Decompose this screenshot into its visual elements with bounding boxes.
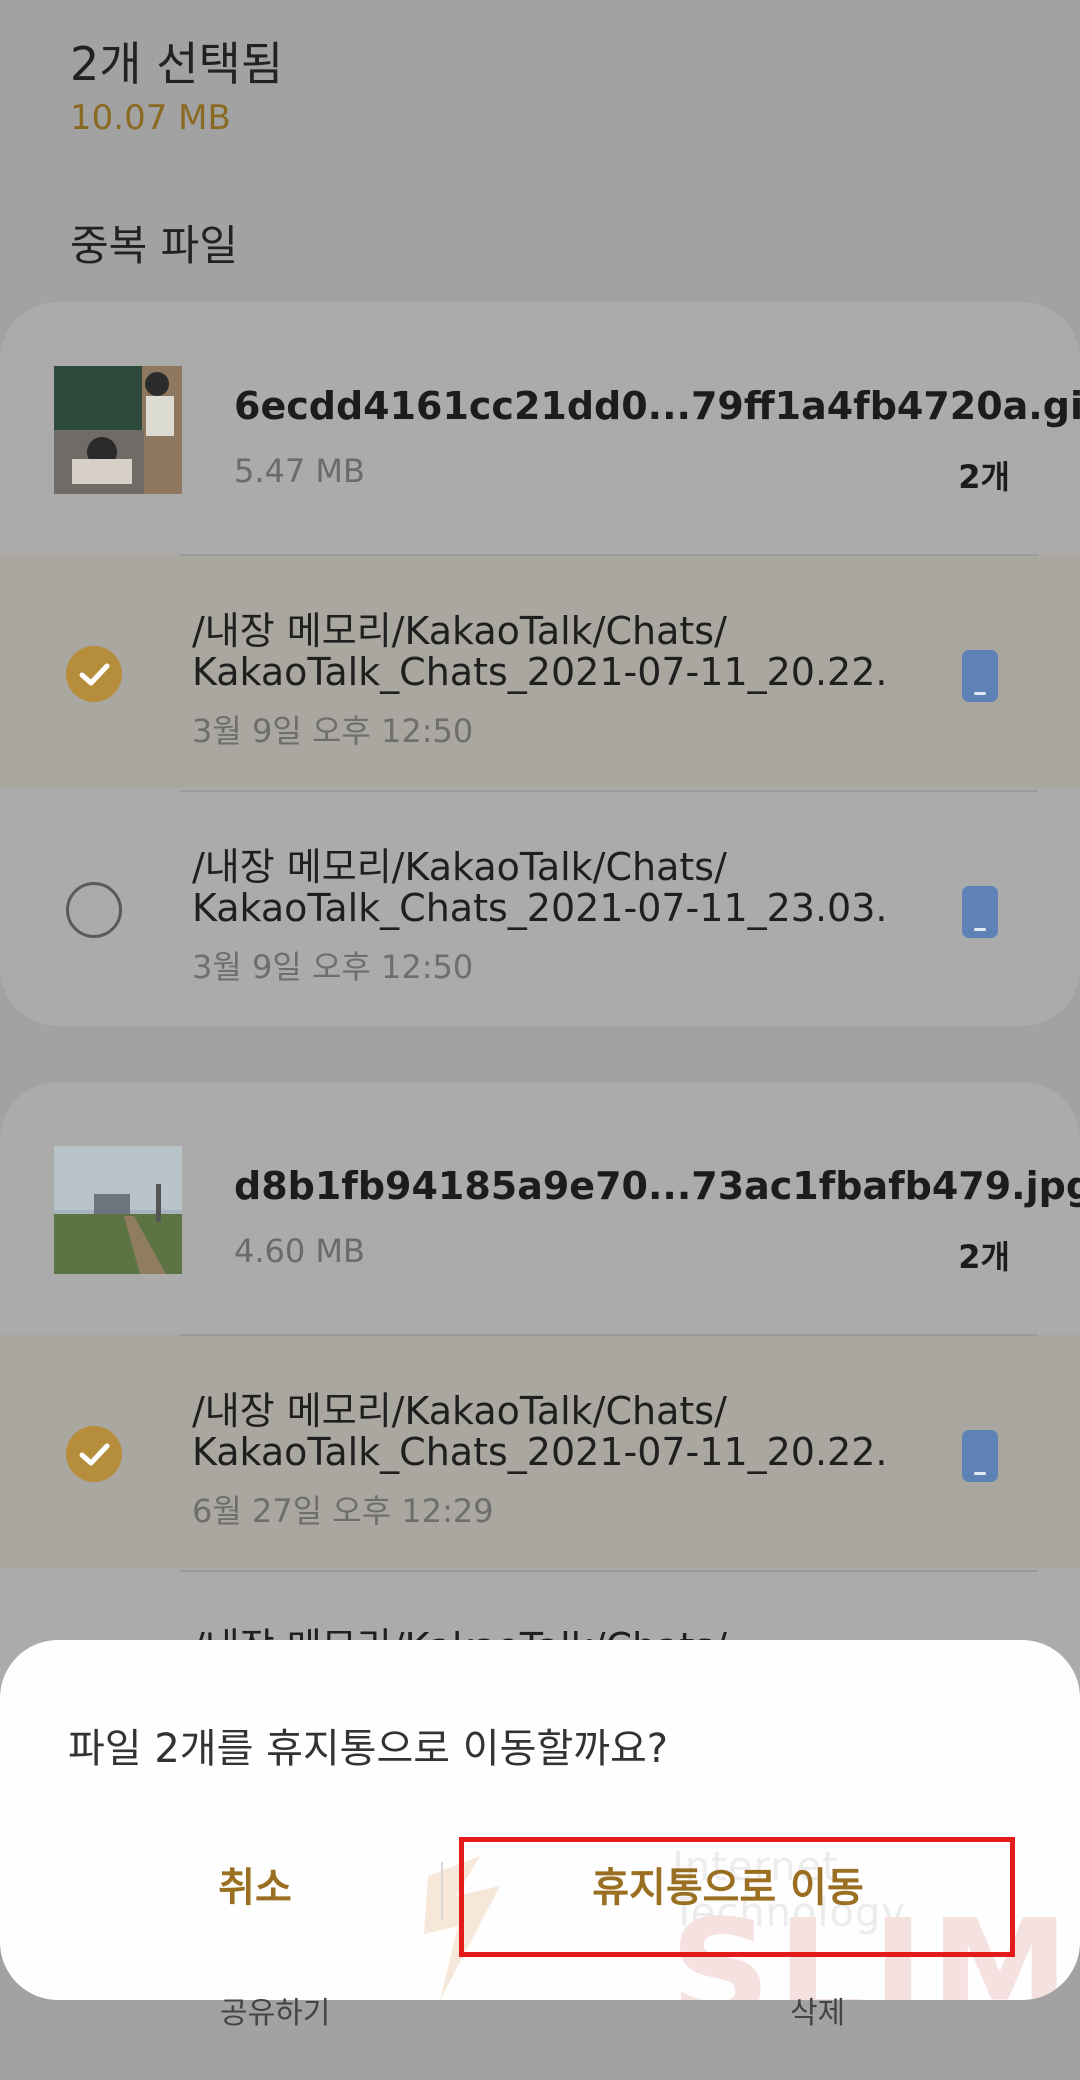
file-name: 6ecdd4161cc21dd0...79ff1a4fb4720a.gif bbox=[234, 384, 1080, 428]
file-date: 3월 9일 오후 12:50 bbox=[192, 948, 474, 986]
file-size: 4.60 MB bbox=[234, 1232, 365, 1270]
duplicate-count: 2개 bbox=[958, 1238, 1010, 1276]
internal-storage-icon bbox=[962, 886, 998, 938]
dialog-question: 파일 2개를 휴지통으로 이동할까요? bbox=[68, 1726, 669, 1772]
highlight-box bbox=[459, 1837, 1015, 1957]
file-path-line1: /내장 메모리/KakaoTalk/Chats/ bbox=[192, 845, 727, 889]
header: 2개 선택됨 10.07 MB 중복 파일 bbox=[0, 0, 1080, 300]
divider bbox=[180, 554, 1038, 556]
bottom-action-bar: 공유하기 삭제 bbox=[0, 1996, 1080, 2080]
file-path-line1: /내장 메모리/KakaoTalk/Chats/ bbox=[192, 1389, 727, 1433]
file-path-line1: /내장 메모리/KakaoTalk/Chats/ bbox=[192, 609, 727, 653]
duplicate-file-row[interactable]: /내장 메모리/KakaoTalk/Chats/ KakaoTalk_Chats… bbox=[0, 790, 1080, 1024]
delete-button[interactable]: 삭제 bbox=[790, 1988, 845, 2032]
internal-storage-icon bbox=[962, 650, 998, 702]
internal-storage-icon bbox=[962, 1430, 998, 1482]
file-path-line2: KakaoTalk_Chats_2021-07-11_20.22. bbox=[192, 1430, 888, 1474]
checked-checkbox[interactable] bbox=[66, 1426, 122, 1482]
file-path-line2: KakaoTalk_Chats_2021-07-11_20.22. bbox=[192, 650, 888, 694]
file-date: 6월 27일 오후 12:29 bbox=[192, 1492, 494, 1530]
checked-checkbox[interactable] bbox=[66, 646, 122, 702]
file-group-header[interactable]: 6ecdd4161cc21dd0...79ff1a4fb4720a.gif 5.… bbox=[0, 302, 1080, 554]
file-size: 5.47 MB bbox=[234, 452, 365, 490]
section-title: 중복 파일 bbox=[70, 221, 238, 270]
divider bbox=[180, 1334, 1038, 1336]
file-name: d8b1fb94185a9e70...73ac1fbafb479.jpg bbox=[234, 1164, 1080, 1208]
divider bbox=[180, 1570, 1038, 1572]
file-date: 3월 9일 오후 12:50 bbox=[192, 712, 474, 750]
share-button[interactable]: 공유하기 bbox=[220, 1988, 330, 2032]
file-thumbnail bbox=[54, 1146, 182, 1274]
duplicate-file-row[interactable]: /내장 메모리/KakaoTalk/Chats/ KakaoTalk_Chats… bbox=[0, 554, 1080, 788]
divider bbox=[180, 790, 1038, 792]
selection-title: 2개 선택됨 bbox=[70, 37, 284, 91]
selection-size: 10.07 MB bbox=[70, 98, 231, 138]
file-thumbnail bbox=[54, 366, 182, 494]
file-path-line2: KakaoTalk_Chats_2021-07-11_23.03. bbox=[192, 886, 888, 930]
duplicate-file-row[interactable]: /내장 메모리/KakaoTalk/Chats/ KakaoTalk_Chats… bbox=[0, 1334, 1080, 1568]
unchecked-checkbox[interactable] bbox=[66, 882, 122, 938]
duplicate-count: 2개 bbox=[958, 458, 1010, 496]
file-group-header[interactable]: d8b1fb94185a9e70...73ac1fbafb479.jpg 4.6… bbox=[0, 1082, 1080, 1334]
button-divider bbox=[441, 1862, 443, 1920]
duplicate-group-card: 6ecdd4161cc21dd0...79ff1a4fb4720a.gif 5.… bbox=[0, 302, 1080, 1026]
cancel-button[interactable]: 취소 bbox=[140, 1850, 370, 1926]
